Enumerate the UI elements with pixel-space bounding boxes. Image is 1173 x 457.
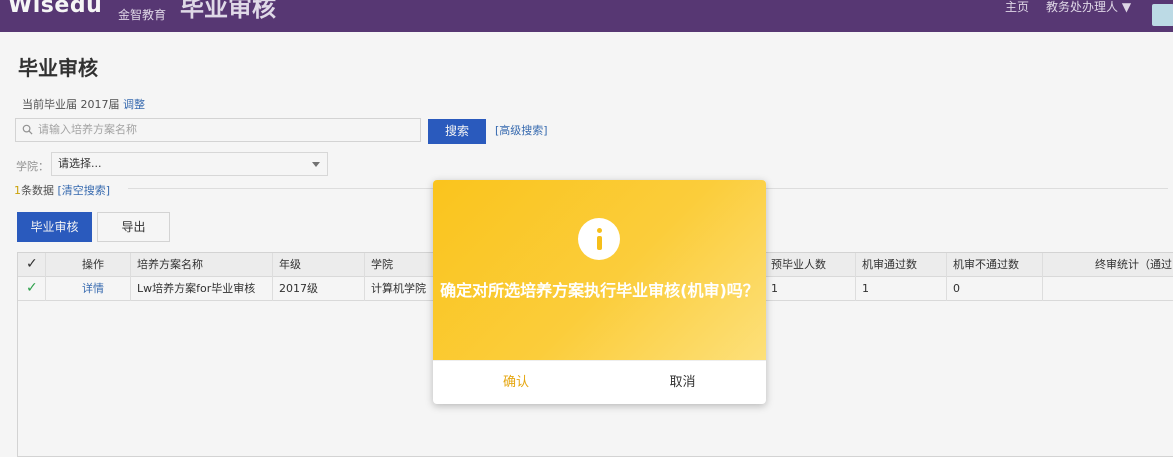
confirm-button[interactable]: 确认 — [433, 361, 599, 404]
cancel-button[interactable]: 取消 — [599, 361, 766, 404]
dialog-message: 确定对所选培养方案执行毕业审核(机审)吗？ — [440, 281, 759, 300]
dialog-header: 确定对所选培养方案执行毕业审核(机审)吗？ — [433, 180, 766, 360]
dialog-actions: 确认 取消 — [433, 360, 766, 404]
info-icon-bar — [597, 236, 602, 250]
confirm-dialog: 确定对所选培养方案执行毕业审核(机审)吗？ 确认 取消 — [433, 180, 766, 404]
info-icon — [578, 218, 620, 260]
info-icon-dot — [597, 228, 602, 233]
